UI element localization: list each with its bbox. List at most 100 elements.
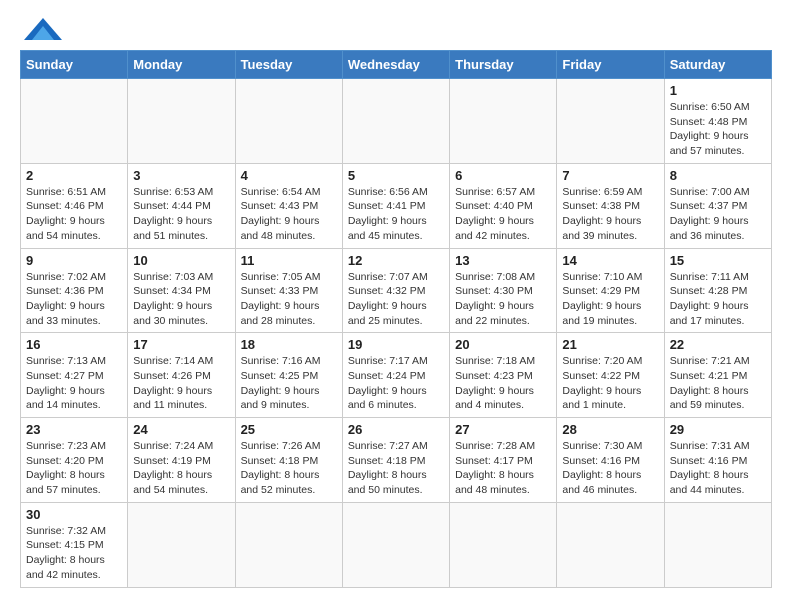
day-number: 24 [133, 422, 229, 437]
day-info: Sunrise: 7:00 AMSunset: 4:37 PMDaylight:… [670, 185, 766, 244]
calendar-cell: 2 Sunrise: 6:51 AMSunset: 4:46 PMDaylight… [21, 163, 128, 248]
day-number: 9 [26, 253, 122, 268]
day-info: Sunrise: 7:27 AMSunset: 4:18 PMDaylight:… [348, 439, 444, 498]
day-info: Sunrise: 6:53 AMSunset: 4:44 PMDaylight:… [133, 185, 229, 244]
calendar-week-3: 16 Sunrise: 7:13 AMSunset: 4:27 PMDayligh… [21, 333, 772, 418]
calendar-cell: 17 Sunrise: 7:14 AMSunset: 4:26 PMDayligh… [128, 333, 235, 418]
calendar-cell: 10Sunrise: 7:03 AMSunset: 4:34 PMDayligh… [128, 248, 235, 333]
day-number: 2 [26, 168, 122, 183]
calendar-cell [664, 502, 771, 587]
day-header-friday: Friday [557, 51, 664, 79]
calendar-week-1: 2 Sunrise: 6:51 AMSunset: 4:46 PMDaylight… [21, 163, 772, 248]
calendar-week-5: 30 Sunrise: 7:32 AMSunset: 4:15 PMDayligh… [21, 502, 772, 587]
day-info: Sunrise: 7:26 AMSunset: 4:18 PMDaylight:… [241, 439, 337, 498]
day-number: 17 [133, 337, 229, 352]
calendar-cell [128, 79, 235, 164]
calendar-cell: 15 Sunrise: 7:11 AMSunset: 4:28 PMDayligh… [664, 248, 771, 333]
calendar-cell: 3 Sunrise: 6:53 AMSunset: 4:44 PMDaylight… [128, 163, 235, 248]
day-number: 6 [455, 168, 551, 183]
day-header-saturday: Saturday [664, 51, 771, 79]
day-info: Sunrise: 7:13 AMSunset: 4:27 PMDaylight:… [26, 354, 122, 413]
calendar-cell: 23Sunrise: 7:23 AMSunset: 4:20 PMDayligh… [21, 418, 128, 503]
day-number: 14 [562, 253, 658, 268]
day-number: 25 [241, 422, 337, 437]
day-info: Sunrise: 6:51 AMSunset: 4:46 PMDaylight:… [26, 185, 122, 244]
calendar-cell: 8 Sunrise: 7:00 AMSunset: 4:37 PMDaylight… [664, 163, 771, 248]
calendar-cell [450, 79, 557, 164]
calendar-cell: 25 Sunrise: 7:26 AMSunset: 4:18 PMDayligh… [235, 418, 342, 503]
day-info: Sunrise: 6:57 AMSunset: 4:40 PMDaylight:… [455, 185, 551, 244]
calendar-cell: 21 Sunrise: 7:20 AMSunset: 4:22 PMDayligh… [557, 333, 664, 418]
day-number: 7 [562, 168, 658, 183]
day-info: Sunrise: 6:50 AMSunset: 4:48 PMDaylight:… [670, 100, 766, 159]
calendar-cell [21, 79, 128, 164]
page-header [20, 20, 772, 40]
day-info: Sunrise: 7:11 AMSunset: 4:28 PMDaylight:… [670, 270, 766, 329]
day-number: 26 [348, 422, 444, 437]
day-header-tuesday: Tuesday [235, 51, 342, 79]
calendar-cell: 24 Sunrise: 7:24 AMSunset: 4:19 PMDayligh… [128, 418, 235, 503]
day-number: 5 [348, 168, 444, 183]
day-info: Sunrise: 7:02 AMSunset: 4:36 PMDaylight:… [26, 270, 122, 329]
calendar-header-row: SundayMondayTuesdayWednesdayThursdayFrid… [21, 51, 772, 79]
day-number: 16 [26, 337, 122, 352]
day-header-sunday: Sunday [21, 51, 128, 79]
calendar-cell [235, 79, 342, 164]
day-number: 19 [348, 337, 444, 352]
day-number: 29 [670, 422, 766, 437]
day-number: 22 [670, 337, 766, 352]
calendar-cell: 19 Sunrise: 7:17 AMSunset: 4:24 PMDayligh… [342, 333, 449, 418]
calendar-table: SundayMondayTuesdayWednesdayThursdayFrid… [20, 50, 772, 588]
day-info: Sunrise: 7:18 AMSunset: 4:23 PMDaylight:… [455, 354, 551, 413]
day-number: 3 [133, 168, 229, 183]
calendar-cell [342, 79, 449, 164]
day-info: Sunrise: 7:28 AMSunset: 4:17 PMDaylight:… [455, 439, 551, 498]
calendar-cell: 22 Sunrise: 7:21 AMSunset: 4:21 PMDayligh… [664, 333, 771, 418]
calendar-cell: 4Sunrise: 6:54 AMSunset: 4:43 PMDaylight… [235, 163, 342, 248]
day-number: 13 [455, 253, 551, 268]
logo [20, 20, 62, 40]
day-number: 18 [241, 337, 337, 352]
day-info: Sunrise: 7:30 AMSunset: 4:16 PMDaylight:… [562, 439, 658, 498]
day-number: 12 [348, 253, 444, 268]
day-number: 20 [455, 337, 551, 352]
calendar-cell [557, 79, 664, 164]
calendar-cell: 26 Sunrise: 7:27 AMSunset: 4:18 PMDayligh… [342, 418, 449, 503]
calendar-week-2: 9 Sunrise: 7:02 AMSunset: 4:36 PMDaylight… [21, 248, 772, 333]
day-number: 11 [241, 253, 337, 268]
calendar-cell: 18 Sunrise: 7:16 AMSunset: 4:25 PMDayligh… [235, 333, 342, 418]
day-number: 15 [670, 253, 766, 268]
day-info: Sunrise: 7:14 AMSunset: 4:26 PMDaylight:… [133, 354, 229, 413]
day-info: Sunrise: 7:17 AMSunset: 4:24 PMDaylight:… [348, 354, 444, 413]
day-number: 8 [670, 168, 766, 183]
logo-icon [24, 18, 62, 40]
calendar-cell: 27Sunrise: 7:28 AMSunset: 4:17 PMDayligh… [450, 418, 557, 503]
day-info: Sunrise: 7:24 AMSunset: 4:19 PMDaylight:… [133, 439, 229, 498]
calendar-cell: 5 Sunrise: 6:56 AMSunset: 4:41 PMDaylight… [342, 163, 449, 248]
calendar-cell: 28 Sunrise: 7:30 AMSunset: 4:16 PMDayligh… [557, 418, 664, 503]
day-info: Sunrise: 7:20 AMSunset: 4:22 PMDaylight:… [562, 354, 658, 413]
calendar-cell [557, 502, 664, 587]
day-info: Sunrise: 7:32 AMSunset: 4:15 PMDaylight:… [26, 524, 122, 583]
day-header-wednesday: Wednesday [342, 51, 449, 79]
day-info: Sunrise: 6:59 AMSunset: 4:38 PMDaylight:… [562, 185, 658, 244]
day-number: 30 [26, 507, 122, 522]
calendar-cell: 11Sunrise: 7:05 AMSunset: 4:33 PMDayligh… [235, 248, 342, 333]
day-info: Sunrise: 7:10 AMSunset: 4:29 PMDaylight:… [562, 270, 658, 329]
day-header-monday: Monday [128, 51, 235, 79]
day-header-thursday: Thursday [450, 51, 557, 79]
calendar-week-4: 23Sunrise: 7:23 AMSunset: 4:20 PMDayligh… [21, 418, 772, 503]
calendar-cell: 7 Sunrise: 6:59 AMSunset: 4:38 PMDaylight… [557, 163, 664, 248]
calendar-cell [342, 502, 449, 587]
calendar-cell: 20 Sunrise: 7:18 AMSunset: 4:23 PMDayligh… [450, 333, 557, 418]
calendar-cell: 30 Sunrise: 7:32 AMSunset: 4:15 PMDayligh… [21, 502, 128, 587]
day-number: 21 [562, 337, 658, 352]
calendar-cell: 1Sunrise: 6:50 AMSunset: 4:48 PMDaylight… [664, 79, 771, 164]
day-info: Sunrise: 6:56 AMSunset: 4:41 PMDaylight:… [348, 185, 444, 244]
day-info: Sunrise: 7:07 AMSunset: 4:32 PMDaylight:… [348, 270, 444, 329]
day-info: Sunrise: 7:21 AMSunset: 4:21 PMDaylight:… [670, 354, 766, 413]
calendar-cell [128, 502, 235, 587]
calendar-cell: 14 Sunrise: 7:10 AMSunset: 4:29 PMDayligh… [557, 248, 664, 333]
day-number: 28 [562, 422, 658, 437]
day-info: Sunrise: 7:16 AMSunset: 4:25 PMDaylight:… [241, 354, 337, 413]
